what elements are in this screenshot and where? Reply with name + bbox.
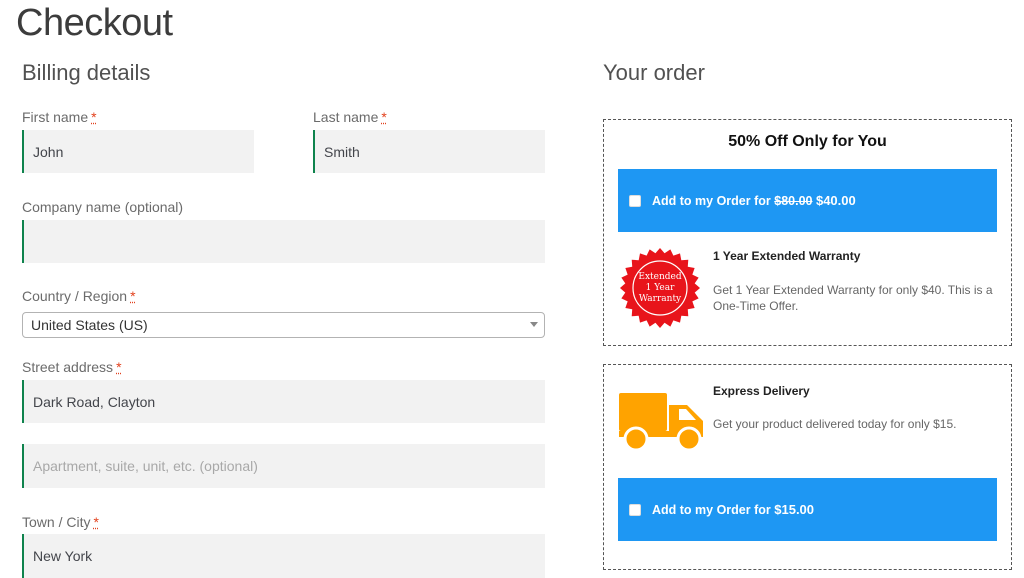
street-address-label-text: Street address [22, 359, 114, 375]
last-name-input[interactable] [313, 130, 545, 173]
required-mark: * [93, 514, 99, 530]
badge-line-3: Warranty [639, 294, 682, 304]
required-mark: * [91, 109, 97, 125]
town-city-input[interactable] [22, 534, 545, 578]
warranty-add-checkbox[interactable] [629, 195, 641, 207]
warranty-offer-box: 50% Off Only for You Add to my Order for… [603, 119, 1012, 346]
badge-line-2: 1 Year [646, 283, 675, 293]
add-label-text: Add to my Order for [652, 194, 771, 208]
required-mark: * [130, 288, 136, 304]
last-name-label: Last name * [313, 109, 387, 125]
add-label-text: Add to my Order for [652, 503, 771, 517]
first-name-label-text: First name [22, 109, 89, 125]
country-label: Country / Region * [22, 288, 136, 304]
country-label-text: Country / Region [22, 288, 128, 304]
warranty-description: Get 1 Year Extended Warranty for only $4… [713, 283, 993, 313]
town-city-label-text: Town / City [22, 514, 91, 530]
old-price: $80.00 [774, 194, 813, 208]
delivery-add-label: Add to my Order for $15.00 [652, 502, 814, 517]
page-title: Checkout [16, 2, 173, 44]
street-address-input[interactable] [22, 380, 545, 423]
delivery-price: $15.00 [774, 502, 815, 517]
delivery-add-banner[interactable]: Add to my Order for $15.00 [618, 478, 997, 541]
new-price: $40.00 [815, 193, 856, 208]
your-order-heading: Your order [603, 60, 705, 85]
required-mark: * [381, 109, 387, 125]
delivery-description: Get your product delivered today for onl… [713, 417, 957, 431]
street-address-label: Street address * [22, 359, 122, 375]
delivery-add-checkbox[interactable] [629, 504, 641, 516]
delivery-title: Express Delivery [713, 384, 810, 398]
country-select[interactable]: United States (US) [22, 312, 545, 338]
last-name-label-text: Last name [313, 109, 379, 125]
delivery-offer-box: Express Delivery Get your product delive… [603, 364, 1012, 570]
offer-headline: 50% Off Only for You [728, 133, 887, 150]
country-select-value: United States (US) [31, 317, 148, 333]
warranty-add-label: Add to my Order for $80.00 $40.00 [652, 193, 856, 208]
first-name-label: First name * [22, 109, 97, 125]
first-name-input[interactable] [22, 130, 254, 173]
required-mark: * [116, 359, 122, 375]
company-name-input[interactable] [22, 220, 545, 263]
warranty-badge-icon: Extended 1 Year Warranty [620, 248, 700, 328]
town-city-label: Town / City * [22, 514, 99, 530]
company-name-label: Company name (optional) [22, 199, 184, 215]
warranty-add-banner[interactable]: Add to my Order for $80.00 $40.00 [618, 169, 997, 232]
chevron-down-icon [530, 322, 538, 327]
badge-line-1: Extended [638, 272, 681, 282]
warranty-title: 1 Year Extended Warranty [713, 249, 861, 263]
apartment-input[interactable] [22, 444, 545, 488]
billing-details-heading: Billing details [22, 60, 151, 85]
truck-icon [619, 393, 703, 452]
